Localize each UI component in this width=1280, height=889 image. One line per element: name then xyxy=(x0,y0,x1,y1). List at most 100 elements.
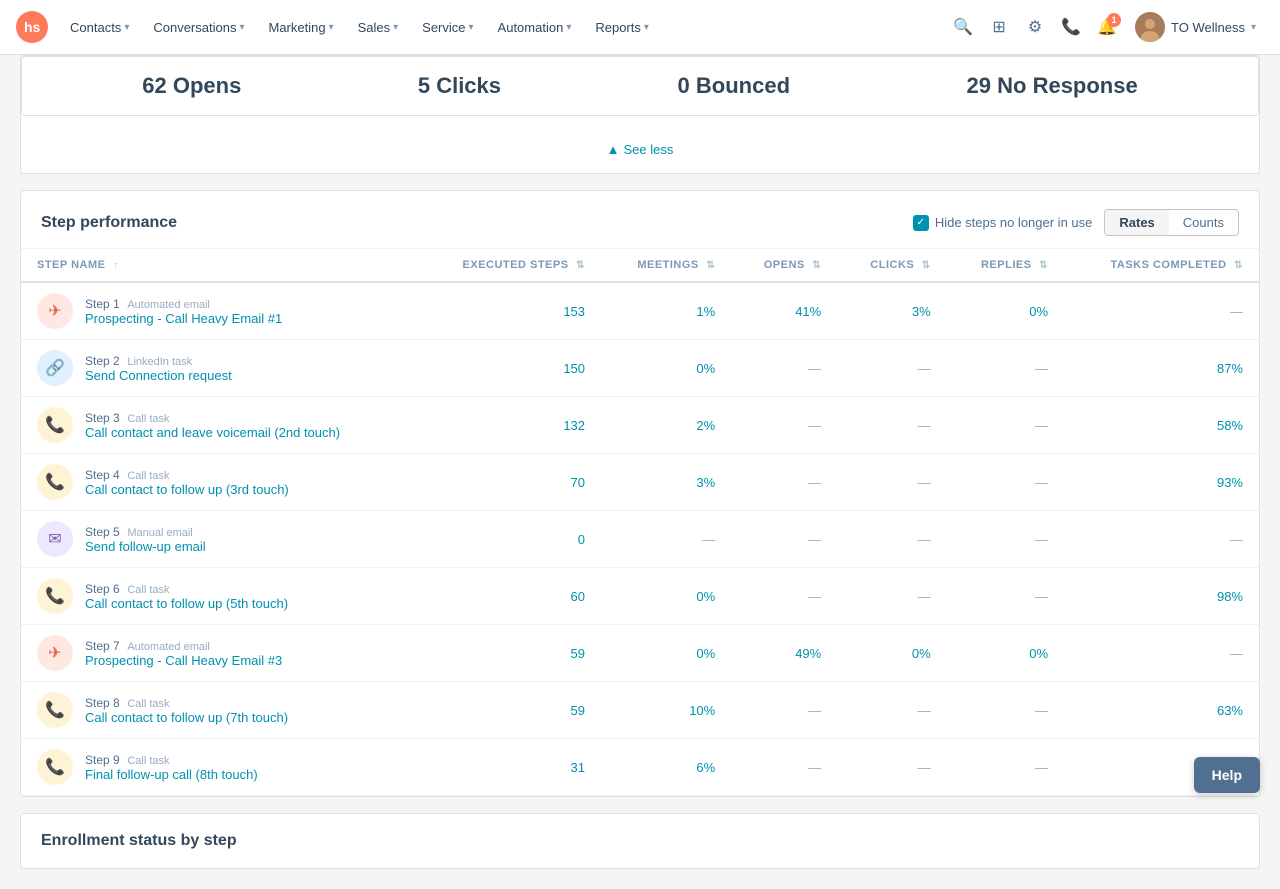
tasks-value: 87% xyxy=(1064,340,1259,397)
col-replies: REPLIES ⇅ xyxy=(947,249,1064,282)
marketplace-button[interactable]: ⊞ xyxy=(983,11,1015,43)
counts-button[interactable]: Counts xyxy=(1169,210,1238,235)
opens-value: — xyxy=(731,340,837,397)
opens-value: — xyxy=(731,739,837,796)
executed-value: 60 xyxy=(418,568,601,625)
step-cell-8: 📞 Step 9 Call task Final follow-up call … xyxy=(21,739,418,796)
chevron-down-icon: ▾ xyxy=(566,22,571,33)
step-info: Step 3 Call task Call contact and leave … xyxy=(85,410,340,440)
step-info: Step 1 Automated email Prospecting - Cal… xyxy=(85,296,282,326)
tasks-value: 98% xyxy=(1064,568,1259,625)
sort-icon[interactable]: ⇅ xyxy=(922,260,931,271)
replies-value: — xyxy=(947,511,1064,568)
executed-value: 0 xyxy=(418,511,601,568)
step-number: Step 9 Call task xyxy=(85,752,258,767)
step-icon: ✈ xyxy=(37,635,73,671)
step-info: Step 9 Call task Final follow-up call (8… xyxy=(85,752,258,782)
step-icon: ✉ xyxy=(37,521,73,557)
stats-section: 62 Opens 5 Clicks 0 Bounced 29 No Respon… xyxy=(20,55,1260,174)
sort-icon[interactable]: ⇅ xyxy=(706,260,715,271)
sort-icon[interactable]: ⇅ xyxy=(812,260,821,271)
notifications-button[interactable]: 🔔 1 xyxy=(1091,11,1123,43)
step-number: Step 6 Call task xyxy=(85,581,288,596)
sort-icon[interactable]: ↑ xyxy=(113,260,119,271)
col-meetings: MEETINGS ⇅ xyxy=(601,249,731,282)
replies-value: — xyxy=(947,682,1064,739)
chevron-down-icon: ▾ xyxy=(644,22,649,33)
step-name-link[interactable]: Send Connection request xyxy=(85,368,232,383)
step-number: Step 2 LinkedIn task xyxy=(85,353,232,368)
table-row: 📞 Step 6 Call task Call contact to follo… xyxy=(21,568,1259,625)
col-tasks-completed: TASKS COMPLETED ⇅ xyxy=(1064,249,1259,282)
nav-sales[interactable]: Sales ▾ xyxy=(348,14,409,41)
clicks-value: — xyxy=(837,340,946,397)
header-controls: ✓ Hide steps no longer in use Rates Coun… xyxy=(913,209,1239,236)
step-info: Step 5 Manual email Send follow-up email xyxy=(85,524,206,554)
table-row: 📞 Step 9 Call task Final follow-up call … xyxy=(21,739,1259,796)
step-icon: ✈ xyxy=(37,293,73,329)
sort-icon[interactable]: ⇅ xyxy=(576,260,585,271)
settings-button[interactable]: ⚙ xyxy=(1019,11,1051,43)
step-name-link[interactable]: Prospecting - Call Heavy Email #3 xyxy=(85,653,282,668)
clicks-value: — xyxy=(837,511,946,568)
col-clicks: CLICKS ⇅ xyxy=(837,249,946,282)
notification-count-badge: 1 xyxy=(1107,13,1121,27)
step-number: Step 1 Automated email xyxy=(85,296,282,311)
user-menu-button[interactable]: TO Wellness ▾ xyxy=(1127,8,1264,46)
enrollment-title: Enrollment status by step xyxy=(41,832,1239,850)
sort-icon[interactable]: ⇅ xyxy=(1039,260,1048,271)
step-name-link[interactable]: Call contact to follow up (7th touch) xyxy=(85,710,288,725)
stats-bar: 62 Opens 5 Clicks 0 Bounced 29 No Respon… xyxy=(21,56,1259,116)
chevron-down-icon: ▾ xyxy=(124,22,129,33)
meetings-value: 3% xyxy=(601,454,731,511)
executed-value: 150 xyxy=(418,340,601,397)
step-name-link[interactable]: Call contact and leave voicemail (2nd to… xyxy=(85,425,340,440)
nav-automation[interactable]: Automation ▾ xyxy=(488,14,582,41)
step-info: Step 4 Call task Call contact to follow … xyxy=(85,467,289,497)
clicks-value: 0% xyxy=(837,625,946,682)
step-icon: 📞 xyxy=(37,692,73,728)
executed-value: 31 xyxy=(418,739,601,796)
meetings-value: 0% xyxy=(601,568,731,625)
step-icon: 📞 xyxy=(37,578,73,614)
executed-value: 59 xyxy=(418,682,601,739)
nav-contacts[interactable]: Contacts ▾ xyxy=(60,14,139,41)
step-cell-7: 📞 Step 8 Call task Call contact to follo… xyxy=(21,682,418,739)
opens-value: 49% xyxy=(731,625,837,682)
see-less-button[interactable]: ▲ See less xyxy=(21,132,1259,161)
hide-steps-toggle[interactable]: ✓ Hide steps no longer in use xyxy=(913,215,1093,231)
help-button[interactable]: Help xyxy=(1194,757,1260,793)
chevron-down-icon: ▾ xyxy=(239,22,244,33)
executed-value: 70 xyxy=(418,454,601,511)
step-name-link[interactable]: Call contact to follow up (5th touch) xyxy=(85,596,288,611)
meetings-value: 2% xyxy=(601,397,731,454)
nav-marketing[interactable]: Marketing ▾ xyxy=(258,14,343,41)
nav-conversations[interactable]: Conversations ▾ xyxy=(143,14,254,41)
step-name-link[interactable]: Final follow-up call (8th touch) xyxy=(85,767,258,782)
calls-button[interactable]: 📞 xyxy=(1055,11,1087,43)
opens-value: — xyxy=(731,511,837,568)
step-cell-2: 📞 Step 3 Call task Call contact and leav… xyxy=(21,397,418,454)
rates-button[interactable]: Rates xyxy=(1105,210,1168,235)
executed-value: 59 xyxy=(418,625,601,682)
step-name-link[interactable]: Prospecting - Call Heavy Email #1 xyxy=(85,311,282,326)
col-opens: OPENS ⇅ xyxy=(731,249,837,282)
step-number: Step 8 Call task xyxy=(85,695,288,710)
step-number: Step 5 Manual email xyxy=(85,524,206,539)
sort-icon[interactable]: ⇅ xyxy=(1234,260,1243,271)
step-cell-4: ✉ Step 5 Manual email Send follow-up ema… xyxy=(21,511,418,568)
search-button[interactable]: 🔍 xyxy=(947,11,979,43)
step-icon: 🔗 xyxy=(37,350,73,386)
chevron-up-icon: ▲ xyxy=(607,142,620,157)
hubspot-logo[interactable]: hs xyxy=(16,11,48,43)
meetings-value: 10% xyxy=(601,682,731,739)
chevron-down-icon: ▾ xyxy=(1251,22,1256,33)
step-name-link[interactable]: Send follow-up email xyxy=(85,539,206,554)
step-name-link[interactable]: Call contact to follow up (3rd touch) xyxy=(85,482,289,497)
step-cell-3: 📞 Step 4 Call task Call contact to follo… xyxy=(21,454,418,511)
nav-service[interactable]: Service ▾ xyxy=(412,14,483,41)
step-icon: 📞 xyxy=(37,407,73,443)
table-row: 🔗 Step 2 LinkedIn task Send Connection r… xyxy=(21,340,1259,397)
col-step-name: STEP NAME ↑ xyxy=(21,249,418,282)
nav-reports[interactable]: Reports ▾ xyxy=(585,14,659,41)
